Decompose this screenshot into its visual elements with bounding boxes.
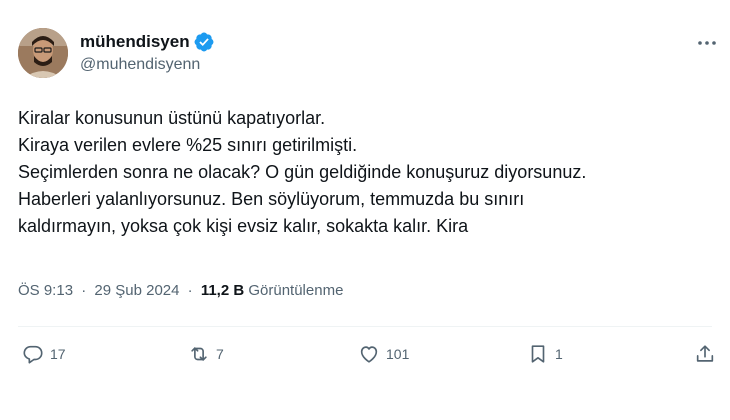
- verified-badge-icon: [194, 32, 214, 52]
- avatar[interactable]: [18, 28, 68, 78]
- action-bar: 17 7 101 1: [0, 343, 730, 371]
- repost-icon: [191, 347, 207, 361]
- reply-icon: [23, 345, 43, 364]
- author-handle[interactable]: @muhendisyenn: [80, 56, 214, 74]
- tweet-date[interactable]: 29 Şub 2024: [94, 282, 179, 299]
- tweet-header: mühendisyen @muhendisyenn: [18, 28, 214, 78]
- display-name[interactable]: mühendisyen: [80, 32, 190, 52]
- like-count: 101: [386, 346, 410, 362]
- tweet-time[interactable]: ÖS 9:13: [18, 282, 73, 299]
- tweet-text-line: Seçimlerden sonra ne olacak? O gün geldi…: [18, 162, 587, 182]
- repost-button[interactable]: 7: [188, 343, 224, 365]
- more-icon[interactable]: [696, 38, 718, 48]
- bookmark-count: 1: [555, 346, 563, 362]
- reply-button[interactable]: 17: [22, 343, 66, 365]
- divider: [18, 326, 712, 327]
- bookmark-button[interactable]: 1: [527, 343, 563, 365]
- repost-count: 7: [216, 346, 224, 362]
- like-icon: [360, 346, 378, 363]
- tweet-text: Kiralar konusunun üstünü kapatıyorlar. K…: [18, 105, 708, 240]
- tweet-text-line: Kiralar konusunun üstünü kapatıyorlar.: [18, 108, 326, 128]
- reply-count: 17: [50, 346, 66, 362]
- like-button[interactable]: 101: [358, 343, 409, 365]
- meta-separator: ·: [187, 282, 193, 299]
- share-icon: [696, 345, 714, 362]
- bookmark-icon: [531, 345, 545, 363]
- tweet-text-line: kaldırmayın, yoksa çok kişi evsiz kalır,…: [18, 216, 469, 236]
- views-label: Görüntülenme: [248, 282, 344, 299]
- share-button[interactable]: [694, 343, 716, 365]
- views-count: 11,2 B: [200, 282, 245, 299]
- name-row: mühendisyen: [80, 32, 214, 52]
- meta-separator: ·: [81, 282, 87, 299]
- avatar-image: [18, 28, 68, 78]
- tweet-text-line: Haberleri yalanlıyorsunuz. Ben söylüyoru…: [18, 189, 525, 209]
- tweet-meta: ÖS 9:13 · 29 Şub 2024 · 11,2 B Görüntüle…: [18, 282, 343, 299]
- tweet-text-line: Kiraya verilen evlere %25 sınırı getiril…: [18, 135, 358, 155]
- author-info: mühendisyen @muhendisyenn: [80, 32, 214, 74]
- tweet-card: mühendisyen @muhendisyenn Kiralar konusu…: [0, 0, 730, 420]
